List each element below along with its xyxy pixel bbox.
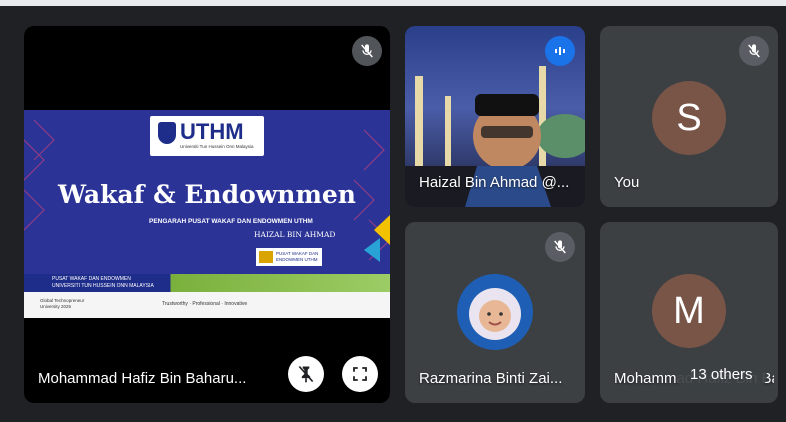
- presenter-name: Mohammad Hafiz Bin Baharu...: [38, 370, 247, 387]
- footer-left-line-2: University 2025: [40, 304, 72, 309]
- participant-name: Razmarina Binti Zai...: [419, 370, 563, 387]
- unpin-icon: [298, 365, 314, 383]
- participant-name: You: [614, 174, 640, 191]
- participant-name: Haizal Bin Ahmad @...: [419, 174, 570, 191]
- slide-presenter-line: HAIZAL BIN AHMAD: [254, 230, 336, 239]
- we-logo-icon: [259, 251, 273, 263]
- slide-footer: Global Technopreneur University 2025 Tru…: [24, 292, 390, 318]
- uthm-logo: UTHM Universiti Tun Hussein Onn Malaysia: [150, 116, 264, 156]
- top-bar: [0, 0, 786, 6]
- wakaf-badge-line-2: ENDOWMEN UTHM: [276, 257, 318, 262]
- footer-left-line-1: Global Technopreneur: [40, 298, 85, 303]
- uthm-shield-icon: [158, 122, 176, 144]
- slide-background: UTHM Universiti Tun Hussein Onn Malaysia…: [24, 110, 390, 274]
- banner-text-2: UNIVERSITI TUN HUSSEIN ONN MALAYSIA: [52, 283, 154, 289]
- participant-tile-you[interactable]: S You: [600, 26, 778, 207]
- logo-text: UTHM: [180, 119, 244, 144]
- avatar: S: [652, 81, 726, 155]
- others-count-badge[interactable]: 13 others: [676, 358, 767, 392]
- mic-off-icon: [739, 36, 769, 66]
- mic-off-icon: [545, 232, 575, 262]
- avatar: [457, 274, 533, 350]
- banner-text-1: PUSAT WAKAF DAN ENDOWMEN: [52, 276, 131, 282]
- slide-banner: PUSAT WAKAF DAN ENDOWMEN UNIVERSITI TUN …: [24, 274, 390, 292]
- fullscreen-button[interactable]: [342, 356, 378, 392]
- slide-title: Wakaf & Endownmen: [58, 180, 356, 209]
- avatar: M: [652, 274, 726, 348]
- unpin-button[interactable]: [288, 356, 324, 392]
- mic-off-icon: [352, 36, 382, 66]
- slide-subtitle: PENGARAH PUSAT WAKAF DAN ENDOWMEN UTHM: [149, 218, 313, 225]
- shared-slide: UTHM Universiti Tun Hussein Onn Malaysia…: [24, 110, 390, 318]
- participant-tile-razmarina[interactable]: Razmarina Binti Zai...: [405, 222, 585, 403]
- wakaf-badge: PUSAT WAKAF DAN ENDOWMEN UTHM: [256, 248, 322, 266]
- logo-subtext: Universiti Tun Hussein Onn Malaysia: [180, 144, 254, 149]
- wakaf-badge-line-1: PUSAT WAKAF DAN: [276, 251, 319, 256]
- presenter-tile[interactable]: UTHM Universiti Tun Hussein Onn Malaysia…: [24, 26, 390, 403]
- speaking-indicator-icon: [545, 36, 575, 66]
- fullscreen-icon: [353, 367, 367, 381]
- participant-tile-haizal[interactable]: Haizal Bin Ahmad @...: [405, 26, 585, 207]
- footer-tagline: Trustworthy · Professional · Innovative: [162, 301, 248, 307]
- participant-tile-others[interactable]: M Mohammad Hafiz Bin Ba... 13 others: [600, 222, 778, 403]
